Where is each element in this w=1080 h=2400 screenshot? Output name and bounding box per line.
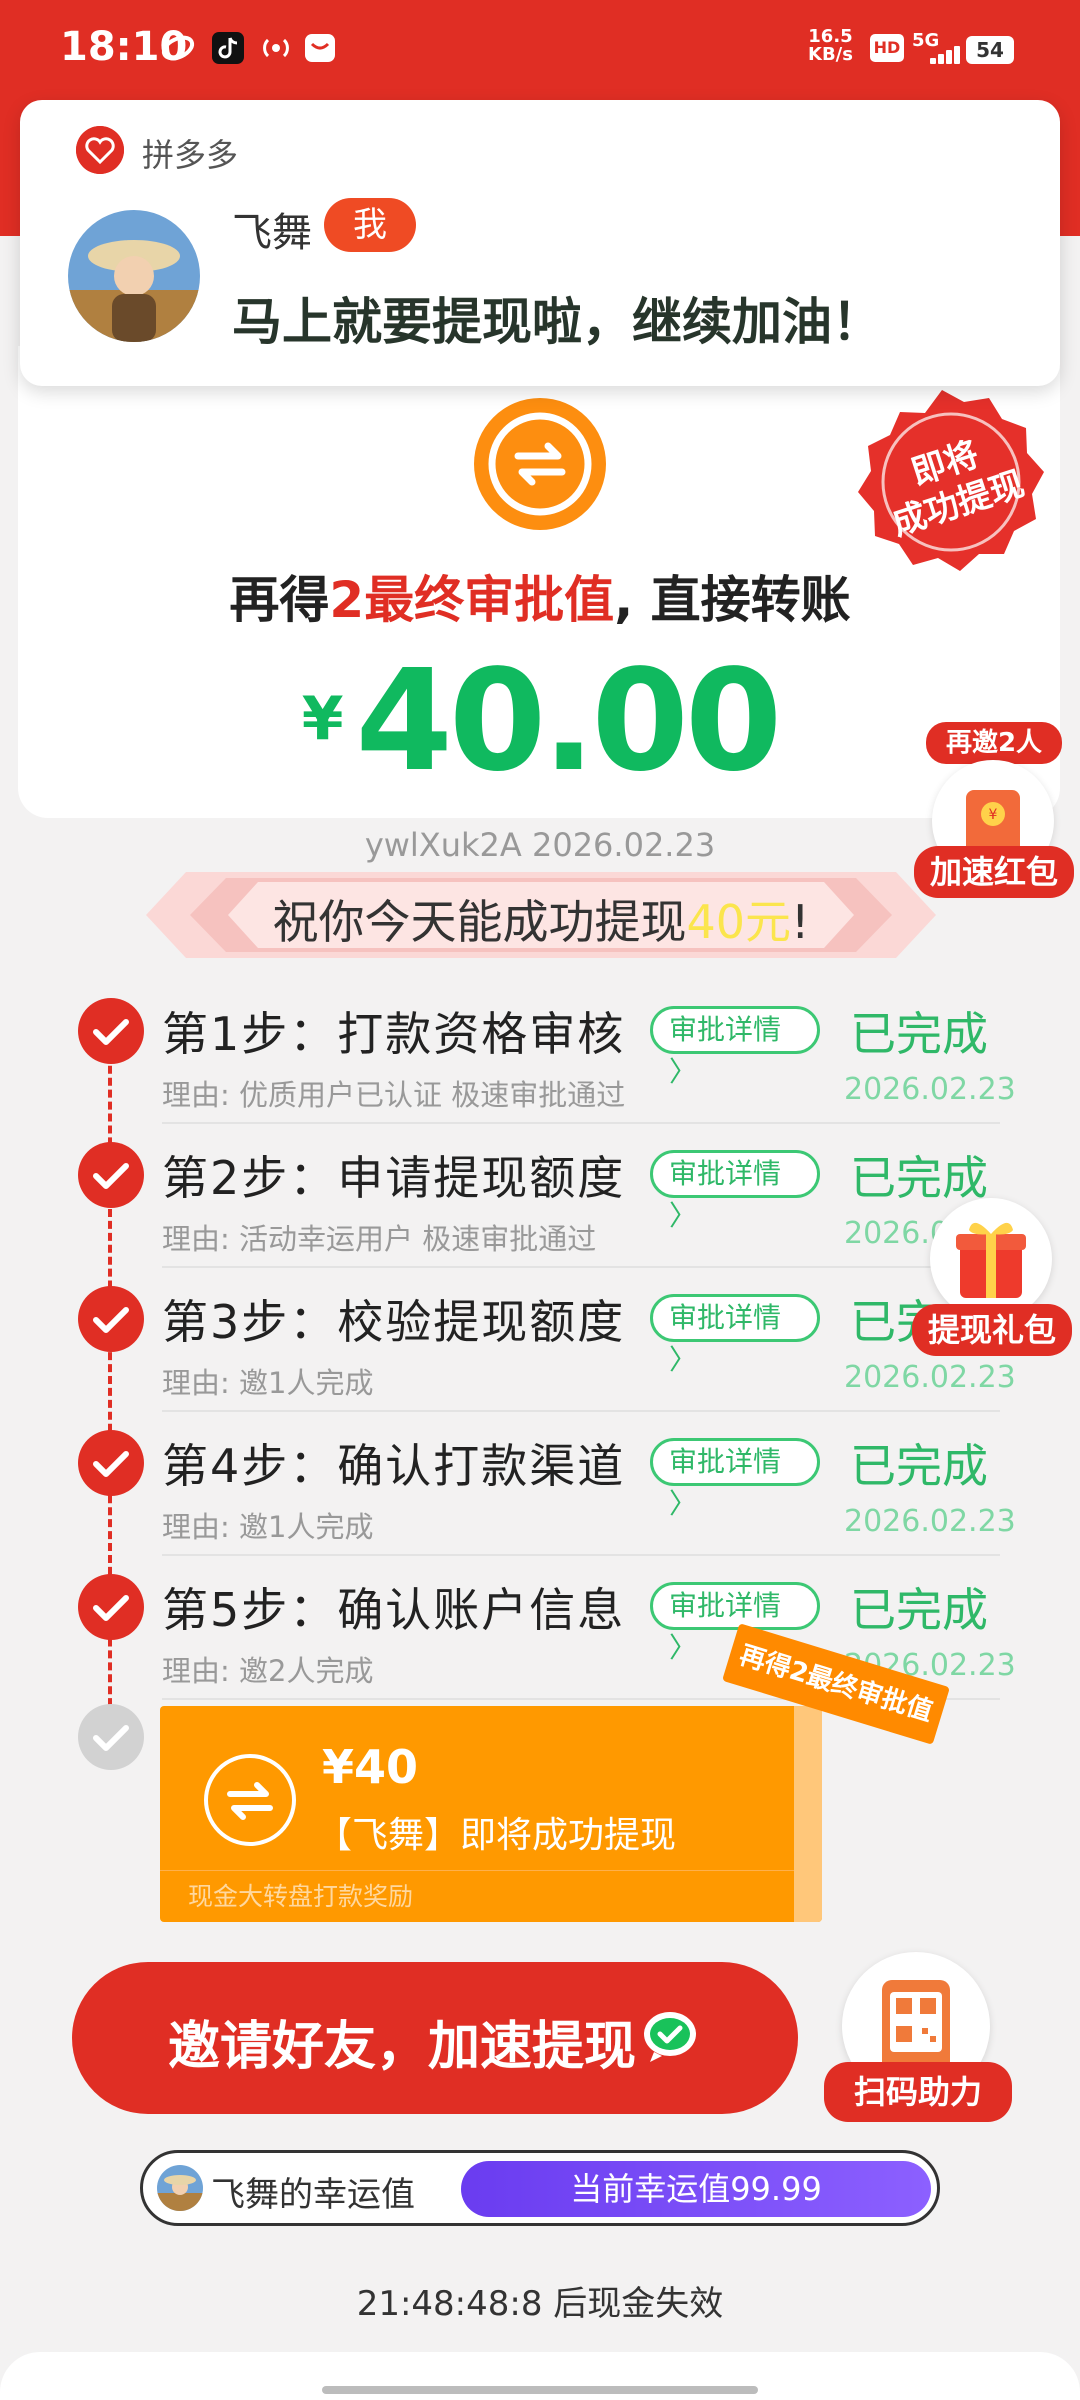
check-circle-icon xyxy=(78,1142,144,1208)
final-amount: ¥40 xyxy=(322,1740,419,1794)
wish-prefix: 祝你今天能成功提现 xyxy=(272,895,687,949)
exchange-icon xyxy=(204,1754,296,1846)
step-date: 2026.02.23 xyxy=(844,1504,1016,1539)
final-text: 【飞舞】即将成功提现 xyxy=(316,1815,677,1856)
invite-two-tag: 再邀2人 xyxy=(926,722,1062,764)
message-icon xyxy=(302,30,338,66)
step-title: 第5步：确认账户信息 xyxy=(162,1583,626,1637)
approval-detail-button[interactable]: 审批详情 〉 xyxy=(650,1006,820,1088)
approval-detail-button[interactable]: 审批详情 〉 xyxy=(650,1438,820,1520)
signal-icon xyxy=(924,44,960,64)
approval-detail-label: 审批详情 xyxy=(669,1157,782,1190)
home-indicator[interactable] xyxy=(322,2386,758,2394)
scan-assist-badge[interactable]: 扫码助力 xyxy=(824,1952,1014,2132)
wechat-icon xyxy=(640,2008,700,2064)
me-badge: 我 xyxy=(324,198,416,252)
status-bar: 18:10 16.5 KB/s HD 5G 54 xyxy=(0,0,1080,100)
final-footer: 现金大转盘打款奖励 xyxy=(160,1870,794,1922)
card-edge xyxy=(794,1706,822,1922)
check-circle-icon xyxy=(78,998,144,1064)
pinduoduo-logo-icon xyxy=(76,126,124,174)
notification-app-name: 拼多多 xyxy=(142,136,239,174)
pending-check-icon xyxy=(78,1704,144,1770)
wish-suffix: ! xyxy=(791,895,810,949)
step-reason: 理由: 邀1人完成 xyxy=(162,1366,374,1400)
approval-detail-label: 审批详情 xyxy=(669,1013,782,1046)
step-status: 已完成 xyxy=(850,1583,988,1637)
headline-suffix: , 直接转账 xyxy=(614,571,851,629)
step-item: 第4步：确认打款渠道 审批详情 〉 已完成 理由: 邀1人完成 2026.02.… xyxy=(0,1412,1080,1556)
wish-banner: 祝你今天能成功提现40元! xyxy=(146,872,936,958)
gift-box-icon xyxy=(930,1198,1052,1320)
approval-detail-button[interactable]: 审批详情 〉 xyxy=(650,1294,820,1376)
user-id-date: ywlXuk2A 2026.02.23 xyxy=(364,826,716,864)
sender-avatar xyxy=(68,210,200,342)
step-reason: 理由: 活动幸运用户 极速审批通过 xyxy=(162,1222,597,1256)
step-status: 已完成 xyxy=(850,1007,988,1061)
chevron-right-icon: 〉 xyxy=(669,1487,698,1520)
pinduoduo-icon xyxy=(160,30,196,66)
hd-icon: HD xyxy=(870,34,904,62)
approval-detail-label: 审批详情 xyxy=(669,1445,782,1478)
step-title: 第2步：申请提现额度 xyxy=(162,1151,626,1205)
headline-number: 2 xyxy=(329,571,365,629)
speed-red-packet-badge[interactable]: 再邀2人 ¥ 加速红包 xyxy=(914,722,1074,898)
step-title: 第1步：打款资格审核 xyxy=(162,1007,626,1061)
hotspot-icon xyxy=(258,30,294,66)
approval-detail-button[interactable]: 审批详情 〉 xyxy=(650,1582,820,1664)
step-title: 第4步：确认打款渠道 xyxy=(162,1439,626,1493)
check-circle-icon xyxy=(78,1574,144,1640)
lucky-owner: 飞舞的幸运值 xyxy=(211,2175,415,2215)
invite-button-label: 邀请好友，加速提现 xyxy=(168,2017,637,2077)
chevron-right-icon: 〉 xyxy=(669,1055,698,1088)
net-speed-unit: KB/s xyxy=(808,44,853,65)
user-avatar xyxy=(157,2165,203,2211)
step-reason: 理由: 邀2人完成 xyxy=(162,1654,374,1688)
tiktok-icon xyxy=(210,30,246,66)
net-speed: 16.5 KB/s xyxy=(808,28,853,64)
lucky-value-bar: 飞舞的幸运值 当前幸运值99.99 xyxy=(140,2150,940,2226)
step-status: 已完成 xyxy=(850,1439,988,1493)
check-circle-icon xyxy=(78,1286,144,1352)
lucky-value-pill: 当前幸运值99.99 xyxy=(461,2161,931,2217)
withdraw-gift-label: 提现礼包 xyxy=(912,1304,1072,1356)
step-reason: 理由: 邀1人完成 xyxy=(162,1510,374,1544)
success-seal-stamp: 即将 成功提现 xyxy=(826,378,1058,588)
step-date: 2026.02.23 xyxy=(844,1360,1016,1395)
chevron-right-icon: 〉 xyxy=(669,1199,698,1232)
step-item: 第1步：打款资格审核 审批详情 〉 已完成 理由: 优质用户已认证 极速审批通过… xyxy=(0,980,1080,1124)
svg-text:¥: ¥ xyxy=(989,807,998,823)
notification-sender: 飞舞 xyxy=(232,210,312,256)
step-title: 第3步：校验提现额度 xyxy=(162,1295,626,1349)
cash-expiry-countdown: 21:48:48:8 后现金失效 xyxy=(356,2284,724,2324)
step-date: 2026.02.23 xyxy=(844,1072,1016,1107)
approval-detail-button[interactable]: 审批详情 〉 xyxy=(650,1150,820,1232)
amount-value: 40.00 xyxy=(355,640,782,803)
chevron-right-icon: 〉 xyxy=(669,1631,698,1664)
approval-detail-label: 审批详情 xyxy=(669,1589,782,1622)
scan-assist-label: 扫码助力 xyxy=(824,2062,1012,2122)
headline-prefix: 再得 xyxy=(229,571,330,629)
invite-friends-button[interactable]: 邀请好友，加速提现 xyxy=(72,1962,798,2114)
chevron-right-icon: 〉 xyxy=(669,1343,698,1376)
check-circle-icon xyxy=(78,1430,144,1496)
approval-detail-label: 审批详情 xyxy=(669,1301,782,1334)
final-withdraw-card: ¥40 【飞舞】即将成功提现 现金大转盘打款奖励 xyxy=(160,1706,822,1922)
wish-amount: 40元 xyxy=(686,895,792,949)
push-notification[interactable]: 拼多多 飞舞 我 马上就要提现啦，继续加油！ xyxy=(20,100,1060,386)
notification-message: 马上就要提现啦，继续加油！ xyxy=(232,293,882,351)
currency-symbol: ¥ xyxy=(301,684,344,754)
exchange-icon xyxy=(474,398,606,530)
withdraw-gift-badge[interactable]: 提现礼包 xyxy=(912,1198,1072,1358)
wish-text: 祝你今天能成功提现40元! xyxy=(146,886,936,952)
battery-indicator: 54 xyxy=(966,36,1014,64)
headline-highlight: 最终审批值 xyxy=(364,571,615,629)
step-reason: 理由: 优质用户已认证 极速审批通过 xyxy=(162,1078,626,1112)
